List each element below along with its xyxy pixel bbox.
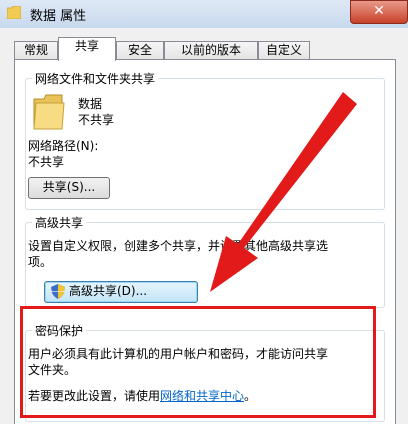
close-button[interactable]: ✕ <box>350 0 408 24</box>
network-path-label: 网络路径(N): <box>28 139 99 153</box>
folder-name: 数据 <box>78 97 103 111</box>
tab-general[interactable]: 常规 <box>14 41 58 60</box>
shield-icon <box>51 284 65 299</box>
advanced-share-description-2: 项。 <box>28 255 53 269</box>
advanced-share-button[interactable]: 高级共享(D)... <box>44 281 198 303</box>
advanced-share-description-1: 设置自定义权限，创建多个共享，并设置其他高级共享选 <box>28 239 329 253</box>
network-share-group: 网络文件和文件夹共享 数据 不共享 网络路径(N): 不共享 共享(S)... <box>25 70 385 210</box>
close-icon: ✕ <box>373 3 385 19</box>
title-bar: 数据 属性 ✕ <box>0 0 408 28</box>
folder-icon <box>33 94 65 130</box>
folder-icon <box>7 6 21 19</box>
window-title: 数据 属性 <box>30 9 87 24</box>
folder-share-status: 不共享 <box>78 113 115 127</box>
advanced-share-title: 高级共享 <box>32 214 87 231</box>
tab-security[interactable]: 安全 <box>116 41 164 60</box>
advanced-share-button-label: 高级共享(D)... <box>69 284 148 298</box>
annotation-highlight-box <box>20 306 376 418</box>
network-path-value: 不共享 <box>28 155 65 169</box>
advanced-share-group: 高级共享 设置自定义权限，创建多个共享，并设置其他高级共享选 项。 高级共享(D… <box>25 214 385 308</box>
share-button[interactable]: 共享(S)... <box>28 177 110 199</box>
tab-customize[interactable]: 自定义 <box>258 41 310 60</box>
tab-sharing[interactable]: 共享 <box>58 37 116 61</box>
network-share-title: 网络文件和文件夹共享 <box>32 70 159 87</box>
tab-previous-versions[interactable]: 以前的版本 <box>164 41 258 60</box>
